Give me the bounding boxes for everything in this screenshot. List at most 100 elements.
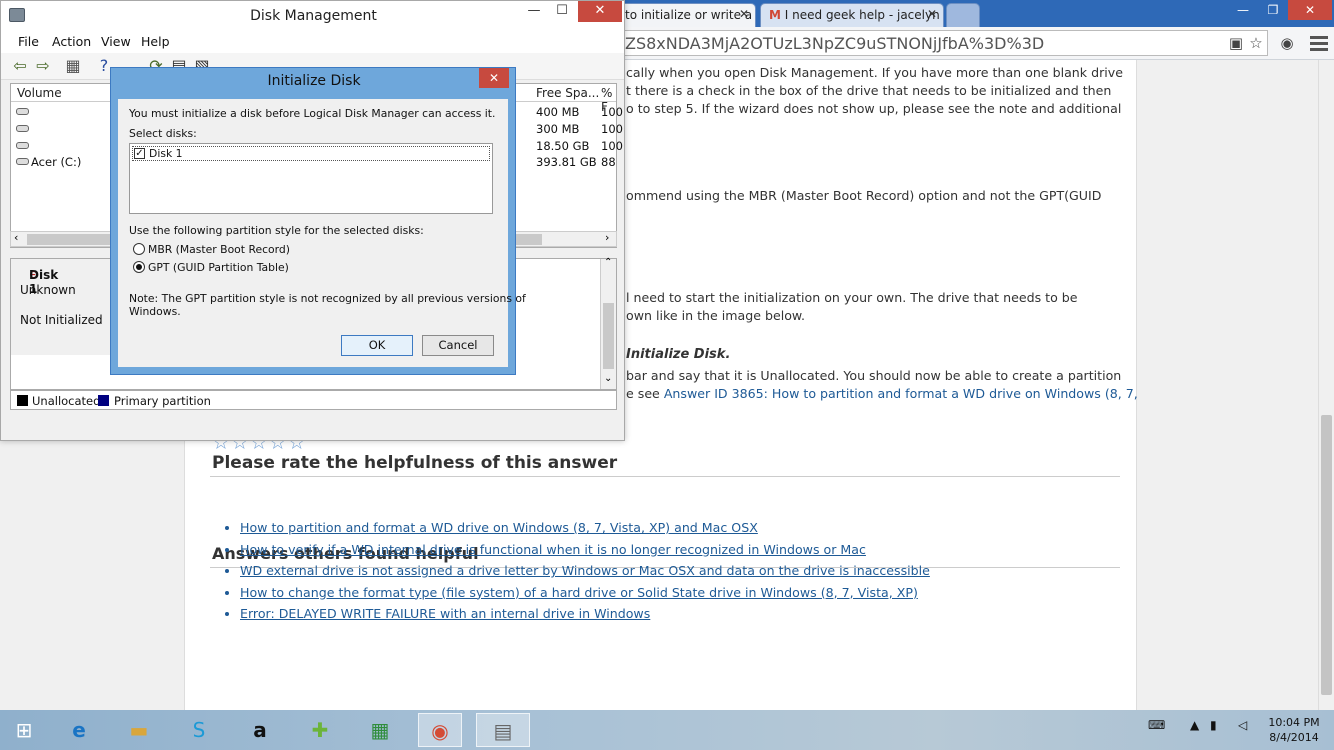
col-volume[interactable]: Volume (17, 86, 62, 100)
helpful-link[interactable]: How to change the format type (file syst… (240, 585, 918, 600)
helpful-link[interactable]: WD external drive is not assigned a driv… (240, 563, 930, 578)
url-text: ZS8xNDA3MjA2OTUzL3NpZC9uSTNONjJfbA%3D%3D (625, 34, 1045, 53)
disk-select-list: ✓ Disk 1 (129, 143, 493, 214)
restore-icon[interactable]: ❐ (1258, 0, 1288, 20)
cancel-button[interactable]: Cancel (422, 335, 494, 356)
internet-explorer-icon[interactable]: e (57, 713, 101, 747)
helpful-link[interactable]: Error: DELAYED WRITE FAILURE with an int… (240, 606, 650, 621)
disk-pane-scrollbar[interactable]: ⌃ ⌄ (600, 257, 616, 389)
scrollbar-thumb[interactable] (1321, 415, 1332, 695)
disk-1-label[interactable]: ⊝ Disk 1 Unknown Not Initialized (11, 259, 111, 355)
gpt-note-line-1: Note: The GPT partition style is not rec… (129, 292, 526, 305)
tab-wd-support[interactable]: to initialize or write a ✕ (616, 3, 756, 27)
helpful-link[interactable]: How to verify if a WD internal drive is … (240, 542, 866, 557)
close-icon[interactable]: ✕ (479, 68, 509, 88)
gmail-icon: M (769, 8, 781, 22)
list-item: WD external drive is not assigned a driv… (240, 560, 930, 582)
mbr-radio[interactable] (133, 243, 145, 255)
volume-icon[interactable]: ◁ (1238, 718, 1247, 732)
menu-file[interactable]: File (18, 34, 39, 49)
keyboard-icon[interactable]: ⌨ (1148, 718, 1165, 732)
gpt-radio[interactable] (133, 261, 145, 273)
volume-free: 393.81 GB (536, 155, 597, 169)
page-scrollbar[interactable] (1318, 60, 1334, 710)
drive-icon (16, 142, 29, 149)
text-line: t there is a check in the box of the dri… (626, 83, 1112, 98)
scroll-down-icon[interactable]: ⌄ (604, 373, 612, 384)
address-bar[interactable]: ZS8xNDA3MjA2OTUzL3NpZC9uSTNONjJfbA%3D%3D (618, 30, 1268, 56)
tab-gmail[interactable]: M I need geek help - jacelyn ✕ (760, 3, 944, 27)
page-action-icon[interactable]: ▣ (1226, 33, 1246, 53)
close-icon[interactable]: ✕ (578, 1, 622, 22)
dm-titlebar[interactable]: Disk Management — ☐ ✕ (1, 1, 624, 31)
tab-label: to initialize or write a (625, 8, 753, 22)
rate-heading: Please rate the helpfulness of this answ… (212, 453, 618, 473)
back-arrow-icon[interactable]: ⇦ (11, 57, 29, 75)
minimize-icon[interactable]: — (1228, 0, 1258, 20)
text-line: bar and say that it is Unallocated. You … (626, 368, 1122, 383)
forward-arrow-icon[interactable]: ⇨ (34, 57, 52, 75)
list-item: How to change the format type (file syst… (240, 582, 930, 604)
step-heading: Initialize Disk. (626, 347, 731, 362)
tab-close-icon[interactable]: ✕ (927, 7, 937, 21)
volume-free: 300 MB (536, 122, 580, 136)
windows-store-icon[interactable]: ▦ (358, 713, 402, 747)
article-paragraph-4: bar and say that it is Unallocated. You … (626, 367, 1138, 403)
helpful-links-list: How to partition and format a WD drive o… (226, 517, 930, 625)
game-app-icon[interactable]: ✚ (298, 713, 342, 747)
disk-type: Unknown (20, 283, 76, 297)
extension-icon[interactable]: ◉ (1277, 33, 1297, 53)
tab-close-icon[interactable]: ✕ (739, 7, 749, 21)
network-icon[interactable]: ▮ (1210, 718, 1217, 732)
clock-date: 8/4/2014 (1269, 731, 1319, 744)
disk-1-item[interactable]: ✓ Disk 1 (132, 146, 490, 161)
text-line: o to step 5. If the wizard does not show… (626, 101, 1122, 116)
new-tab-button[interactable] (946, 3, 980, 27)
volume-name: Acer (C:) (31, 155, 82, 169)
scrollbar-thumb[interactable] (603, 303, 614, 369)
disk-1-checkbox[interactable]: ✓ (134, 148, 145, 159)
amazon-icon[interactable]: a (238, 713, 282, 747)
drive-icon (16, 158, 29, 165)
mbr-label[interactable]: MBR (Master Boot Record) (148, 243, 290, 256)
menu-help[interactable]: Help (141, 34, 170, 49)
disk-management-taskbar-icon[interactable]: ▤ (476, 713, 530, 747)
scroll-up-icon[interactable]: ⌃ (604, 257, 612, 268)
bookmark-star-icon[interactable]: ☆ (1246, 33, 1266, 53)
minimize-icon[interactable]: — (520, 1, 548, 22)
gpt-label[interactable]: GPT (GUID Partition Table) (148, 261, 289, 274)
legend-unallocated: Unallocated (32, 394, 101, 408)
skype-icon[interactable]: S (177, 713, 221, 747)
taskbar: ⊞ e ▬ S a ✚ ▦ ◉ ▤ ⌨ ▲ ▮ ◁ 10:04 PM 8/4/2… (0, 710, 1334, 750)
menu-view[interactable]: View (101, 34, 131, 49)
start-button-icon[interactable]: ⊞ (2, 713, 46, 747)
drive-icon (16, 108, 29, 115)
close-icon[interactable]: ✕ (1288, 0, 1332, 20)
file-explorer-icon[interactable]: ▬ (117, 713, 161, 747)
drive-icon (16, 125, 29, 132)
maximize-icon[interactable]: ☐ (548, 1, 576, 22)
disk-status: Not Initialized (20, 313, 103, 327)
dialog-intro: You must initialize a disk before Logica… (129, 107, 496, 120)
answer-3865-link[interactable]: Answer ID 3865: How to partition and for… (664, 386, 1138, 401)
show-hidden-icons-icon[interactable]: ▲ (1190, 718, 1199, 732)
legend: Unallocated Primary partition (10, 390, 617, 410)
console-tree-icon[interactable]: ▦ (64, 57, 82, 75)
scroll-right-icon[interactable]: › (605, 231, 609, 244)
system-clock[interactable]: 10:04 PM 8/4/2014 (1262, 715, 1326, 745)
unallocated-swatch (17, 395, 28, 406)
col-free-space[interactable]: Free Spa... (536, 86, 599, 100)
tab-label: I need geek help - jacelyn (784, 8, 940, 22)
text-line: own like in the image below. (626, 308, 806, 323)
partition-style-label: Use the following partition style for th… (129, 224, 424, 237)
browser-menu-icon[interactable] (1310, 33, 1328, 53)
scroll-left-icon[interactable]: ‹ (14, 231, 18, 244)
text-line: e see Answer ID 3865: How to partition a… (626, 385, 1138, 403)
article-paragraph-3: l need to start the initialization on yo… (626, 289, 1078, 325)
text-prefix: e see (626, 386, 664, 401)
chrome-icon[interactable]: ◉ (418, 713, 462, 747)
ok-button[interactable]: OK (341, 335, 413, 356)
dm-menubar: File Action View Help (1, 31, 624, 53)
menu-action[interactable]: Action (52, 34, 91, 49)
helpful-link[interactable]: How to partition and format a WD drive o… (240, 520, 758, 535)
